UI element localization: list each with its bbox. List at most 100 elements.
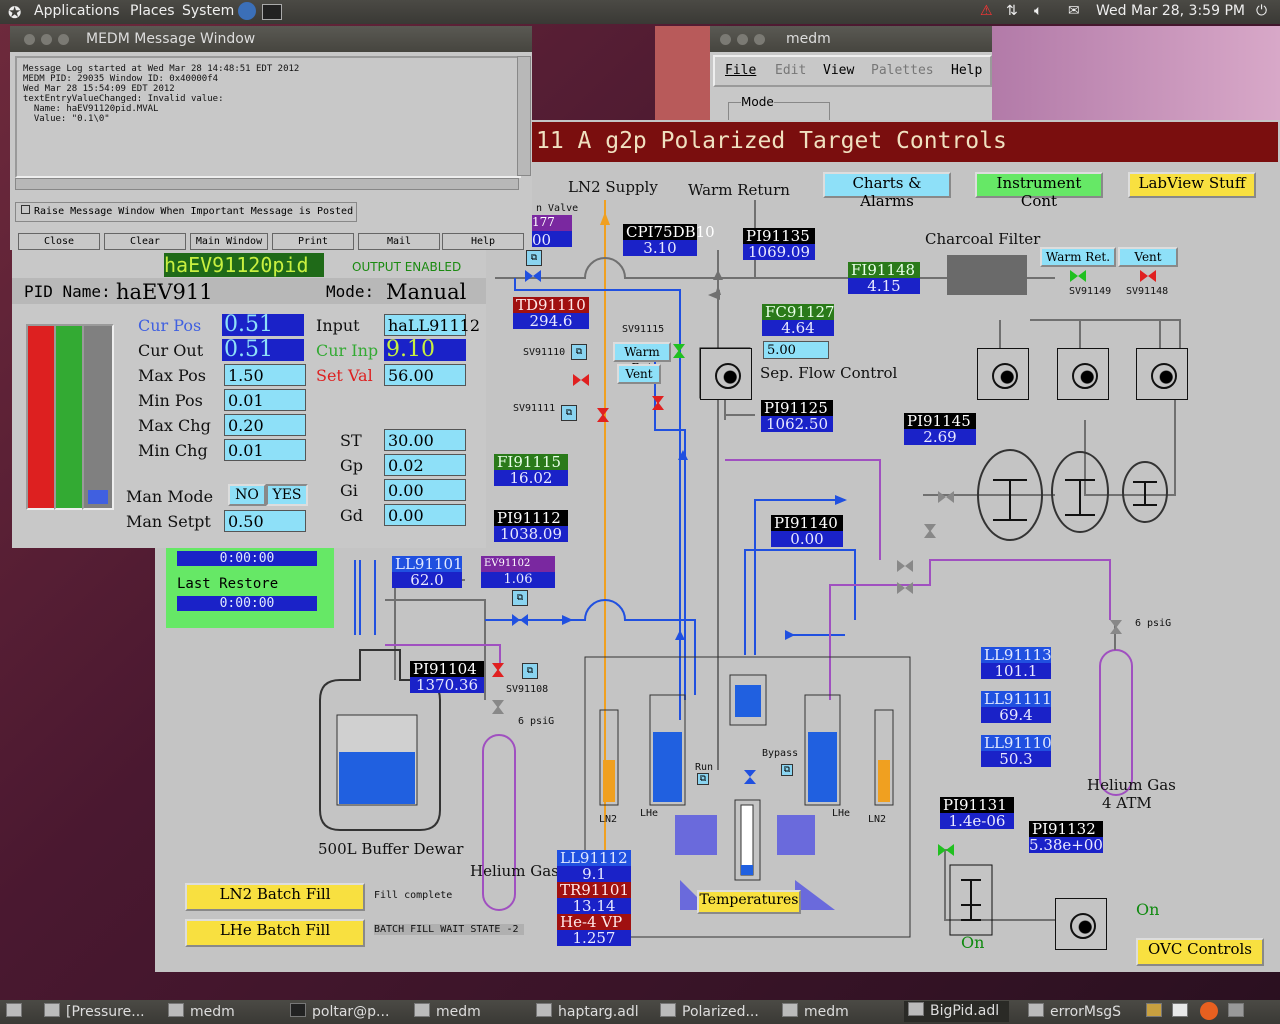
warm-ret-button[interactable]: Warm Ret. <box>1040 247 1116 267</box>
mail-icon[interactable]: ✉ <box>1068 3 1080 19</box>
maximize-icon[interactable] <box>754 34 765 45</box>
labview-button[interactable]: LabView Stuff <box>1128 172 1256 198</box>
charts-alarms-button[interactable]: Charts & Alarms <box>823 172 951 210</box>
workspace-icon[interactable] <box>1172 1003 1194 1020</box>
close-icon[interactable] <box>24 34 35 45</box>
taskbar-item-active[interactable]: BigPid.adl <box>904 1001 1010 1022</box>
pv-ll91110[interactable]: LL91110 50.3 <box>981 735 1052 767</box>
flow-setpoint-input[interactable]: 5.00 <box>763 341 829 359</box>
pv-ll91113[interactable]: LL91113 101.1 <box>981 647 1052 679</box>
pv-fc91127[interactable]: FC91127 4.64 <box>762 304 835 336</box>
power-icon[interactable]: ⏻ <box>1256 3 1267 19</box>
taskbar-item[interactable]: errorMsgS <box>1028 1003 1121 1020</box>
pv-tr91101[interactable]: TR91101 13.14 <box>557 882 631 914</box>
man-mode-yes-button[interactable]: YES <box>266 484 308 506</box>
menu-system[interactable]: System <box>182 3 234 19</box>
minimize-icon[interactable] <box>737 34 748 45</box>
run-valve-icon[interactable]: ⧉ <box>697 773 709 785</box>
st-input[interactable]: 30.00 <box>384 429 466 451</box>
taskbar-item[interactable]: Polarized... <box>660 1003 759 1020</box>
browser-icon[interactable] <box>238 2 256 20</box>
clear-button[interactable]: Clear <box>104 233 186 250</box>
message-window-titlebar[interactable]: MEDM Message Window <box>10 26 532 52</box>
print-button[interactable]: Print <box>272 233 354 250</box>
close-icon[interactable] <box>720 34 731 45</box>
pv-pi91135[interactable]: PI91135 1069.09 <box>743 228 815 260</box>
pv-pi91131[interactable]: PI91131 1.4e-06 <box>940 797 1014 829</box>
min-chg-input[interactable]: 0.01 <box>224 439 306 461</box>
ovc-controls-button[interactable]: OVC Controls <box>1136 938 1264 966</box>
vent-button-2[interactable]: Vent <box>617 364 661 384</box>
minimize-icon[interactable] <box>41 34 52 45</box>
pv-ev91102[interactable]: EV91102 1.06 <box>481 556 555 588</box>
related-display-icon[interactable]: ⧉ <box>526 250 542 266</box>
message-log[interactable]: Message Log started at Wed Mar 28 14:48:… <box>15 56 521 178</box>
pv-he4-vp[interactable]: He-4 VP 1.257 <box>557 914 631 946</box>
pv-fi91148[interactable]: FI91148 4.15 <box>848 262 920 294</box>
terminal-icon[interactable] <box>262 4 282 20</box>
max-pos-input[interactable]: 1.50 <box>224 364 306 386</box>
trash-icon[interactable] <box>1228 1003 1250 1020</box>
taskbar-item[interactable]: [Pressure... <box>44 1003 145 1020</box>
related-display-icon[interactable]: ⧉ <box>522 663 538 679</box>
set-val-input[interactable]: 56.00 <box>384 364 466 386</box>
taskbar-item[interactable]: medm <box>414 1003 481 1020</box>
close-button[interactable]: Close <box>18 233 100 250</box>
workspace-switcher-icon[interactable] <box>1146 1003 1168 1020</box>
taskbar-item[interactable]: medm <box>168 1003 235 1020</box>
clock[interactable]: Wed Mar 28, 3:59 PM <box>1096 3 1245 19</box>
man-setpt-input[interactable]: 0.50 <box>224 510 306 532</box>
mail-button[interactable]: Mail <box>358 233 440 250</box>
vertical-scrollbar[interactable] <box>517 56 531 176</box>
help-button[interactable]: Help <box>442 233 524 250</box>
menu-palettes[interactable]: Palettes <box>871 63 934 78</box>
related-display-icon[interactable]: ⧉ <box>571 344 587 360</box>
main-window-button[interactable]: Main Window <box>190 233 268 250</box>
taskbar-item[interactable]: haptarg.adl <box>536 1003 639 1020</box>
pv-pi91112[interactable]: PI91112 1038.09 <box>494 510 568 542</box>
volume-icon[interactable]: 🔈︎ <box>1034 3 1042 19</box>
pv-cpi75db10[interactable]: CPI75DB10 3.10 <box>623 224 715 256</box>
menu-edit[interactable]: Edit <box>775 63 806 78</box>
pv-pi91145[interactable]: PI91145 2.69 <box>904 413 976 445</box>
horizontal-scrollbar[interactable] <box>15 178 519 190</box>
related-display-icon[interactable]: ⧉ <box>561 405 577 421</box>
related-display-icon[interactable]: ⧉ <box>512 590 528 606</box>
input-pv-input[interactable]: haLL91112 <box>384 314 480 336</box>
pv-ll91111[interactable]: LL91111 69.4 <box>981 691 1052 723</box>
menu-places[interactable]: Places <box>130 3 175 19</box>
warm-ret-button-2[interactable]: Warm Ret <box>613 342 671 375</box>
instrument-cont-button[interactable]: Instrument Cont <box>975 172 1103 210</box>
pv-pi91125[interactable]: PI91125 1062.50 <box>761 400 833 432</box>
menu-help[interactable]: Help <box>951 63 982 78</box>
maximize-icon[interactable] <box>58 34 69 45</box>
ubuntu-logo-icon[interactable]: ✪ <box>8 3 21 22</box>
pv-pi91104[interactable]: PI91104 1370.36 <box>410 661 484 693</box>
ln2-batch-fill-button[interactable]: LN2 Batch Fill <box>185 883 365 911</box>
lhe-batch-fill-button[interactable]: LHe Batch Fill <box>185 919 365 947</box>
show-desktop-icon[interactable] <box>6 1003 28 1020</box>
pv-td91110[interactable]: TD91110 294.6 <box>513 297 589 329</box>
menu-view[interactable]: View <box>823 63 854 78</box>
temperatures-button[interactable]: Temperatures <box>697 890 801 914</box>
pv-fi91115[interactable]: FI91115 16.02 <box>494 454 568 486</box>
pv-pi91140[interactable]: PI91140 0.00 <box>771 515 843 547</box>
vent-button[interactable]: Vent <box>1118 247 1178 267</box>
taskbar-item[interactable]: medm <box>782 1003 849 1020</box>
menu-file[interactable]: File <box>725 63 756 78</box>
taskbar-item[interactable]: poltar@p... <box>290 1003 389 1020</box>
gp-input[interactable]: 0.02 <box>384 454 466 476</box>
raise-window-checkbox[interactable]: Raise Message Window When Important Mess… <box>15 202 357 222</box>
medm-titlebar[interactable]: medm <box>710 26 992 52</box>
menu-applications[interactable]: Applications <box>34 3 120 19</box>
pv-ll91112[interactable]: LL91112 9.1 <box>557 850 631 882</box>
pv-pi91132[interactable]: PI91132 5.38e+00 <box>1029 821 1103 853</box>
gd-input[interactable]: 0.00 <box>384 504 466 526</box>
firefox-icon[interactable] <box>1200 1002 1218 1020</box>
gi-input[interactable]: 0.00 <box>384 479 466 501</box>
network-icon[interactable]: ⇅ <box>1006 3 1018 19</box>
man-mode-no-button[interactable]: NO <box>228 484 266 506</box>
warning-icon[interactable]: ⚠ <box>980 3 993 19</box>
bypass-valve-icon[interactable]: ⧉ <box>781 764 793 776</box>
max-chg-input[interactable]: 0.20 <box>224 414 306 436</box>
